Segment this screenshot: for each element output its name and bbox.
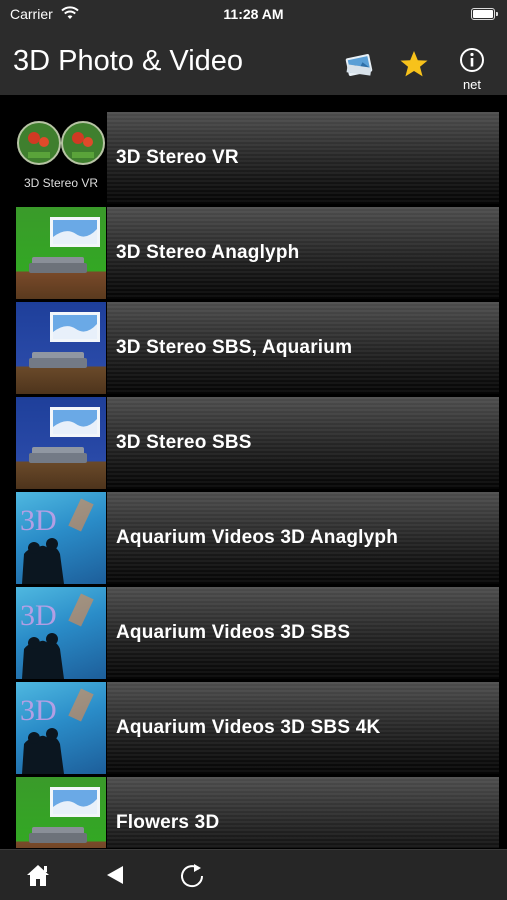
list-item-cell: 3D Stereo SBS, Aquarium <box>107 302 499 394</box>
svg-text:3D: 3D <box>20 599 57 632</box>
list-item-cell: 3D Stereo SBS <box>107 397 499 489</box>
content-list: 3D Stereo VR 3D Stereo VR 3D Stereo Anag… <box>16 112 499 848</box>
list-item[interactable]: 3D Aquarium Videos 3D SBS <box>16 587 499 682</box>
svg-text:3D: 3D <box>20 504 57 537</box>
clock: 11:28 AM <box>223 6 284 22</box>
thumbnail: 3D <box>16 587 106 679</box>
thumbnail-caption: 3D Stereo VR <box>23 176 99 190</box>
home-icon <box>27 865 49 886</box>
list-item-label: Aquarium Videos 3D Anaglyph <box>116 527 399 548</box>
svg-text:3D: 3D <box>20 694 57 727</box>
list-item[interactable]: 3D Aquarium Videos 3D Anaglyph <box>16 492 499 587</box>
navigation-bar: 3D Photo & Video net <box>0 28 507 95</box>
info-icon <box>460 48 484 72</box>
vr-thumbnail-image <box>17 121 105 165</box>
room-thumbnail-image <box>29 312 100 368</box>
thumbnail <box>16 397 106 489</box>
thumbnail: 3D <box>16 682 106 774</box>
favorites-button[interactable] <box>394 44 434 84</box>
photo-icon <box>345 54 373 76</box>
thumbnail <box>16 777 106 848</box>
aquarium-thumbnail-image: 3D <box>20 593 94 679</box>
home-button[interactable] <box>23 860 53 890</box>
list-item[interactable]: 3D Aquarium Videos 3D SBS 4K <box>16 682 499 777</box>
back-icon <box>107 866 123 884</box>
room-thumbnail-image <box>29 407 100 463</box>
thumbnail <box>16 302 106 394</box>
list-item-cell: Aquarium Videos 3D SBS <box>107 587 499 679</box>
list-item[interactable]: 3D Stereo Anaglyph <box>16 207 499 302</box>
list-item-cell: 3D Stereo VR <box>107 112 499 204</box>
info-button-label: net <box>462 77 482 92</box>
page-title: 3D Photo & Video <box>13 45 244 77</box>
photo-button[interactable] <box>340 44 380 84</box>
thumbnail: 3D Stereo VR <box>16 112 106 204</box>
thumbnail <box>16 207 106 299</box>
list-item-label: Flowers 3D <box>116 812 220 833</box>
list-item-label: Aquarium Videos 3D SBS 4K <box>116 717 381 738</box>
list-item-cell: Flowers 3D <box>107 777 499 848</box>
list-item-cell: Aquarium Videos 3D SBS 4K <box>107 682 499 774</box>
list-item[interactable]: Flowers 3D <box>16 777 499 848</box>
room-thumbnail-image <box>29 787 100 843</box>
star-icon <box>400 51 428 77</box>
reload-icon <box>181 864 204 888</box>
list-item-label: 3D Stereo Anaglyph <box>116 242 300 263</box>
info-button[interactable]: net <box>452 44 492 92</box>
room-thumbnail-image <box>29 217 100 273</box>
list-item-cell: 3D Stereo Anaglyph <box>107 207 499 299</box>
list-item[interactable]: 3D Stereo VR 3D Stereo VR <box>16 112 499 207</box>
list-item[interactable]: 3D Stereo SBS, Aquarium <box>16 302 499 397</box>
list-item-label: 3D Stereo VR <box>116 147 239 168</box>
status-bar: Carrier 11:28 AM <box>0 0 507 28</box>
list-item-cell: Aquarium Videos 3D Anaglyph <box>107 492 499 584</box>
list-item-label: 3D Stereo SBS, Aquarium <box>116 337 353 358</box>
thumbnail: 3D <box>16 492 106 584</box>
battery-icon <box>471 8 498 20</box>
bottom-toolbar <box>0 849 507 900</box>
list-item[interactable]: 3D Stereo SBS <box>16 397 499 492</box>
aquarium-thumbnail-image: 3D <box>20 688 94 774</box>
list-item-label: Aquarium Videos 3D SBS <box>116 622 351 643</box>
reload-button[interactable] <box>177 860 207 890</box>
list-item-label: 3D Stereo SBS <box>116 432 252 453</box>
back-button[interactable] <box>101 860 131 890</box>
aquarium-thumbnail-image: 3D <box>20 498 94 584</box>
